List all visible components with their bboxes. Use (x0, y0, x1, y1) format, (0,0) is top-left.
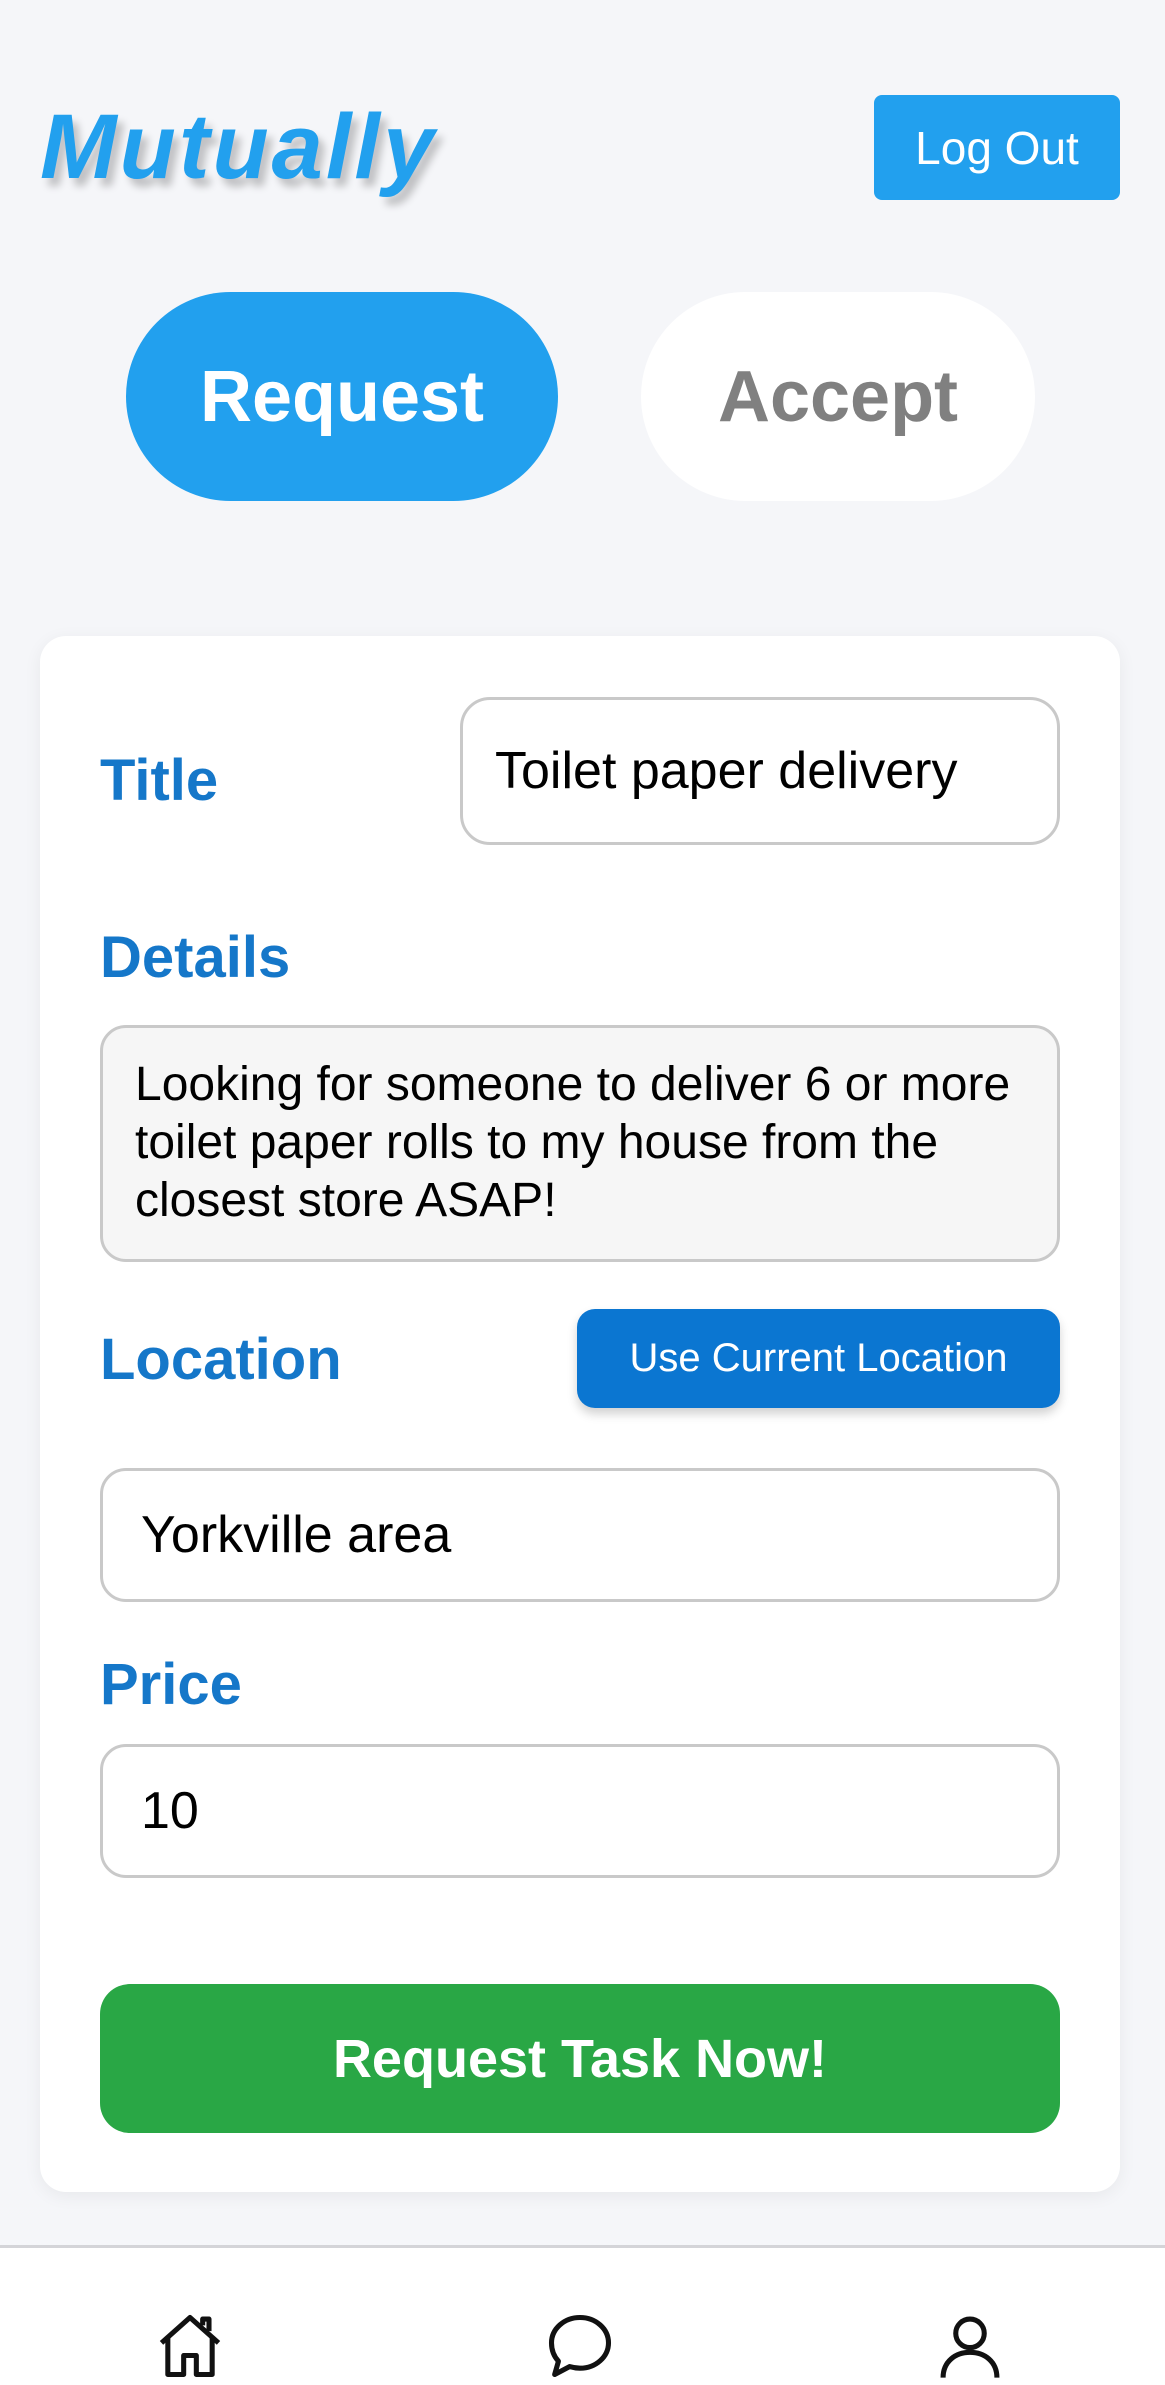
tab-accept[interactable]: Accept (641, 292, 1035, 501)
chat-icon[interactable] (542, 2308, 618, 2384)
profile-icon[interactable] (932, 2308, 1008, 2384)
request-task-button[interactable]: Request Task Now! (100, 1984, 1060, 2133)
logout-button[interactable]: Log Out (874, 95, 1120, 200)
title-label: Title (100, 748, 219, 813)
request-form-card: Title Toilet paper delivery Details Look… (40, 636, 1120, 2192)
app-logo: Mutually (40, 96, 438, 198)
home-icon[interactable] (152, 2308, 228, 2384)
tab-request[interactable]: Request (126, 292, 558, 501)
details-textarea[interactable]: Looking for someone to deliver 6 or more… (100, 1025, 1060, 1262)
use-current-location-button[interactable]: Use Current Location (577, 1309, 1060, 1408)
price-label: Price (100, 1652, 242, 1717)
bottom-tab-bar (0, 2245, 1165, 2385)
location-label: Location (100, 1327, 342, 1392)
title-input[interactable]: Toilet paper delivery (460, 697, 1060, 845)
details-label: Details (100, 925, 291, 990)
location-input[interactable]: Yorkville area (100, 1468, 1060, 1602)
price-input[interactable]: 10 (100, 1744, 1060, 1878)
